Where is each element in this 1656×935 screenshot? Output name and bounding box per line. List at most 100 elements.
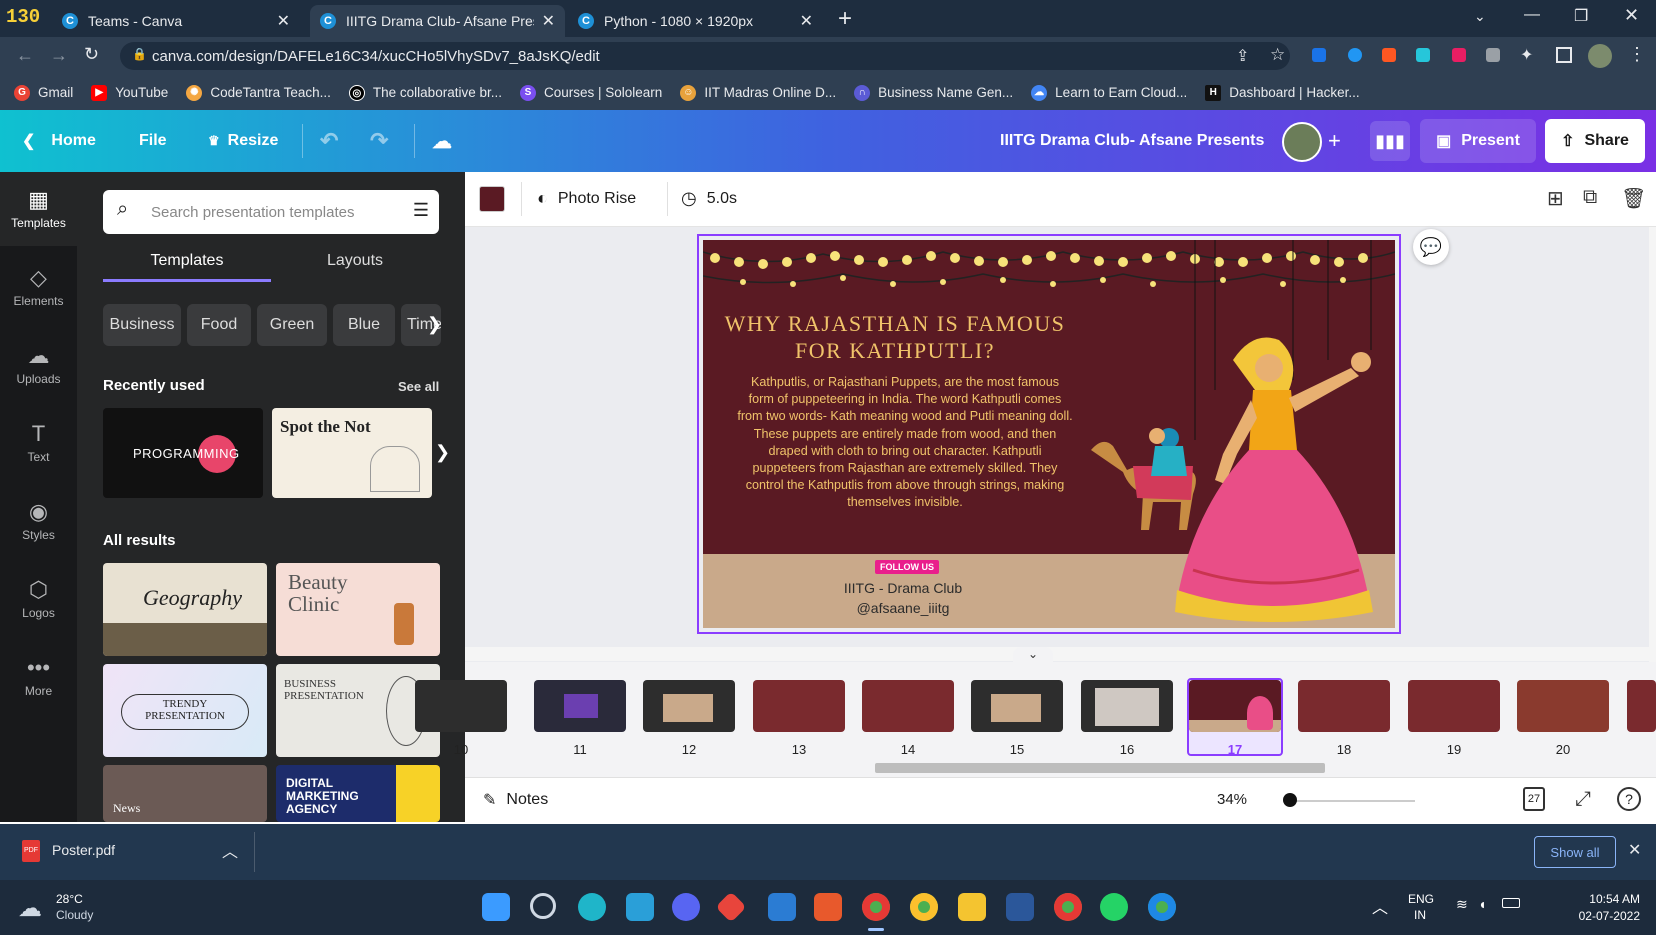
discord-icon[interactable] xyxy=(672,893,700,921)
chip-blue[interactable]: Blue xyxy=(333,304,395,346)
chevron-right-icon[interactable]: ❯ xyxy=(427,314,442,335)
extension-icon[interactable] xyxy=(1312,48,1326,62)
search-taskbar-icon[interactable] xyxy=(530,893,556,919)
rail-templates[interactable]: ▦ Templates xyxy=(0,172,77,246)
wifi-icon[interactable]: ≋ xyxy=(1456,896,1468,913)
horizontal-scrollbar[interactable] xyxy=(465,647,1649,661)
monitor-icon[interactable] xyxy=(626,893,654,921)
cloud-save-icon[interactable]: ☁ xyxy=(432,110,452,172)
share-page-icon[interactable]: ⇪ xyxy=(1236,46,1249,66)
tab-counter[interactable]: 130 xyxy=(6,6,40,28)
collaborator-avatar[interactable] xyxy=(1282,122,1322,162)
language-primary[interactable]: ENG xyxy=(1408,892,1434,906)
url-input[interactable]: 🔒 canva.com/design/DAFELe16C34/xucCHo5lVh… xyxy=(120,42,1290,70)
clock-date[interactable]: 02-07-2022 xyxy=(1540,909,1640,923)
bookmark-codetantra[interactable]: ✺ CodeTantra Teach... xyxy=(186,84,331,101)
duplicate-page-icon[interactable]: ⧉ xyxy=(1583,186,1597,209)
slide-17[interactable]: WHY RAJASTHAN IS FAMOUS FOR KATHPUTLI? K… xyxy=(697,234,1401,634)
page-thumb-14[interactable] xyxy=(862,680,954,732)
profile-avatar[interactable] xyxy=(1588,44,1612,68)
page-thumb-16[interactable] xyxy=(1081,680,1173,732)
zoom-percent[interactable]: 34% xyxy=(1217,791,1247,808)
home-button[interactable]: ❮ Home xyxy=(22,110,96,172)
bookmark-learn-to-earn[interactable]: ☁ Learn to Earn Cloud... xyxy=(1031,84,1187,101)
template-thumb-news[interactable]: News xyxy=(103,765,267,822)
animation-button[interactable]: ◐ Photo Rise xyxy=(537,188,636,209)
sidebar-icon[interactable] xyxy=(1556,47,1572,63)
help-icon[interactable]: ? xyxy=(1617,787,1641,811)
extension-icon[interactable] xyxy=(1382,48,1396,62)
tab-search-icon[interactable]: ⌄ xyxy=(1474,8,1486,25)
close-icon[interactable]: ✕ xyxy=(277,11,290,31)
timing-button[interactable]: ◷ 5.0s xyxy=(681,188,737,209)
vertical-scrollbar[interactable] xyxy=(1649,227,1656,662)
page-count-button[interactable]: 27 xyxy=(1523,787,1545,811)
comment-icon[interactable]: 💬 xyxy=(1413,229,1449,265)
show-all-button[interactable]: Show all xyxy=(1534,836,1616,868)
extension-icon[interactable] xyxy=(1348,48,1362,62)
slide-body[interactable]: Kathputlis, or Rajasthani Puppets, are t… xyxy=(737,374,1073,512)
redo-button[interactable]: ↷ xyxy=(370,110,388,172)
page-thumb-12[interactable] xyxy=(643,680,735,732)
bookmark-hackerrank[interactable]: H Dashboard | Hacker... xyxy=(1205,84,1360,101)
rail-styles[interactable]: ◉ Styles xyxy=(0,484,77,558)
bookmark-iit-madras[interactable]: ☺ IIT Madras Online D... xyxy=(680,84,836,101)
battery-icon[interactable] xyxy=(1502,898,1520,908)
page-thumb-21[interactable] xyxy=(1627,680,1656,732)
menu-icon[interactable]: ⋮ xyxy=(1628,44,1646,65)
windows-start-icon[interactable] xyxy=(482,893,510,921)
chip-food[interactable]: Food xyxy=(187,304,251,346)
tab-layouts[interactable]: Layouts xyxy=(271,252,439,282)
template-thumb-beauty-clinic[interactable]: Beauty Clinic xyxy=(276,563,440,656)
new-tab-button[interactable]: + xyxy=(838,5,852,33)
rail-text[interactable]: T Text xyxy=(0,406,77,480)
design-title[interactable]: IIITG Drama Club- Afsane Presents xyxy=(1000,110,1264,172)
template-thumb-programming[interactable]: PROGRAMMING xyxy=(103,408,263,498)
zoom-slider[interactable] xyxy=(1285,800,1415,802)
page-thumb-15[interactable] xyxy=(971,680,1063,732)
add-collaborator-button[interactable]: + xyxy=(1328,110,1341,172)
template-thumb-trendy[interactable]: TRENDY PRESENTATION xyxy=(103,664,267,757)
file-explorer-icon[interactable] xyxy=(958,893,986,921)
close-icon[interactable]: ✕ xyxy=(1628,840,1641,860)
chevron-down-icon[interactable]: ⌄ xyxy=(1013,647,1053,663)
bookmark-gmail[interactable]: G Gmail xyxy=(14,84,73,101)
page-thumb-18[interactable] xyxy=(1298,680,1390,732)
chrome-profile-icon[interactable] xyxy=(1148,893,1176,921)
page-thumb-20[interactable] xyxy=(1517,680,1609,732)
extension-icon[interactable] xyxy=(1486,48,1500,62)
word-icon[interactable] xyxy=(1006,893,1034,921)
extension-icon[interactable] xyxy=(1452,48,1466,62)
chrome-profile-icon[interactable] xyxy=(1054,893,1082,921)
powerpoint-app-icon[interactable] xyxy=(814,893,842,921)
language-region[interactable]: IN xyxy=(1414,908,1426,922)
tab-drama-club[interactable]: CIIITG Drama Club- Afsane Present✕ xyxy=(310,5,565,37)
chevron-up-icon[interactable]: ︿ xyxy=(222,838,238,862)
tab-teams-canva[interactable]: C Teams - Canva ✕ xyxy=(52,5,300,37)
bookmark-collaborative[interactable]: ◎ The collaborative br... xyxy=(348,84,502,101)
reload-icon[interactable]: ↻ xyxy=(84,44,99,65)
forward-icon[interactable]: → xyxy=(50,45,68,66)
fullscreen-icon[interactable]: ⤢ xyxy=(1575,788,1591,811)
page-thumb-17[interactable] xyxy=(1189,680,1281,732)
bookmark-business-name[interactable]: ∩ Business Name Gen... xyxy=(854,84,1013,101)
strip-scrollbar[interactable] xyxy=(465,762,1656,774)
vscode-icon[interactable] xyxy=(768,893,796,921)
tab-python[interactable]: C Python - 1080 × 1920px ✕ xyxy=(568,5,823,37)
template-thumb-geography[interactable]: Geography xyxy=(103,563,267,656)
template-thumb-digital-marketing[interactable]: DIGITAL MARKETING AGENCY xyxy=(276,765,440,822)
extensions-puzzle-icon[interactable]: ✦ xyxy=(1520,45,1533,65)
undo-button[interactable]: ↶ xyxy=(320,110,338,172)
page-thumb-11[interactable] xyxy=(534,680,626,732)
bookmark-youtube[interactable]: ▶ YouTube xyxy=(91,84,168,101)
share-button[interactable]: ⇧ Share xyxy=(1545,119,1645,163)
file-menu-button[interactable]: File xyxy=(139,110,167,172)
download-filename[interactable]: Poster.pdf xyxy=(52,842,115,858)
page-thumb-10[interactable] xyxy=(415,680,507,732)
filter-icon[interactable]: ☰ xyxy=(413,200,429,221)
kathputli-illustration[interactable] xyxy=(1083,240,1395,628)
close-window-button[interactable]: ✕ xyxy=(1624,5,1639,26)
extension-icon[interactable] xyxy=(1416,48,1430,62)
chevron-right-icon[interactable]: ❯ xyxy=(435,442,450,463)
rail-logos[interactable]: ⬡ Logos xyxy=(0,562,77,636)
